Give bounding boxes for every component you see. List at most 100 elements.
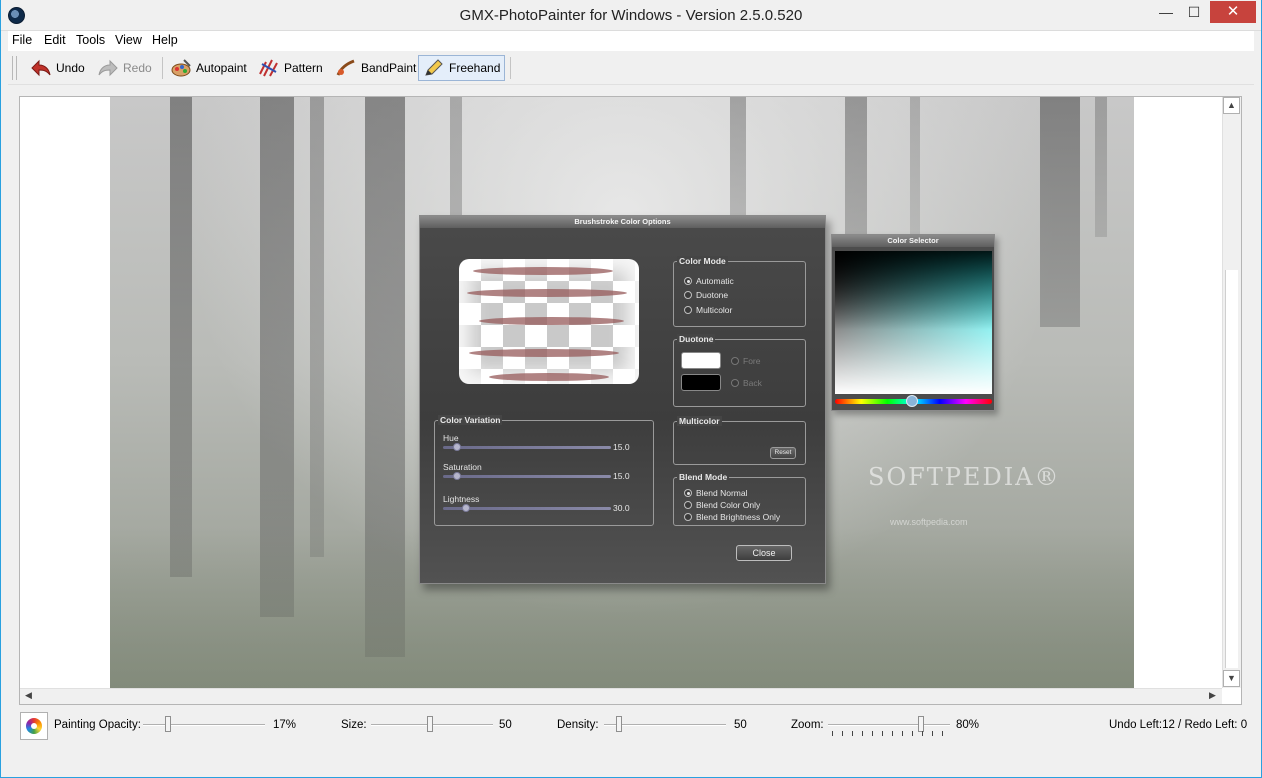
redo-label: Redo (123, 61, 152, 75)
scroll-down-arrow-icon[interactable]: ▼ (1223, 670, 1240, 687)
zoom-slider[interactable] (828, 724, 950, 726)
duotone-group: Duotone Fore Back (673, 334, 806, 407)
radio-unselected-icon (731, 379, 739, 387)
blend-mode-group: Blend Mode Blend Normal Blend Color Only… (673, 472, 806, 526)
density-slider[interactable] (604, 724, 726, 726)
menu-bar: File Edit Tools View Help (8, 31, 1254, 51)
close-window-button[interactable]: ✕ (1210, 1, 1256, 23)
scroll-left-arrow-icon[interactable]: ◀ (20, 688, 37, 705)
saturation-value-field[interactable] (835, 251, 992, 394)
menu-file[interactable]: File (12, 33, 32, 47)
duotone-fore-swatch[interactable] (681, 352, 721, 369)
vertical-scroll-thumb[interactable] (1225, 270, 1238, 668)
title-bar: GMX-PhotoPainter for Windows - Version 2… (0, 0, 1262, 31)
menu-view[interactable]: View (115, 33, 142, 47)
hue-slider[interactable] (443, 446, 611, 449)
color-variation-label: Color Variation (438, 415, 503, 425)
hue-bar-knob[interactable] (906, 395, 918, 407)
undo-button[interactable]: Undo (30, 55, 85, 81)
density-thumb[interactable] (616, 716, 622, 732)
zoom-ticks (832, 731, 952, 736)
color-mode-group: Color Mode Automatic Duotone Multicolor (673, 256, 806, 327)
menu-edit[interactable]: Edit (44, 33, 66, 47)
radio-selected-icon (684, 489, 692, 497)
bandpaint-label: BandPaint (361, 61, 417, 75)
lightness-label: Lightness (443, 494, 480, 504)
radio-unselected-icon (684, 501, 692, 509)
dialog-close-button[interactable]: Close (736, 545, 792, 561)
radio-unselected-icon (731, 357, 739, 365)
color-variation-group: Color Variation Hue 15.0 Saturation 15.0… (434, 415, 654, 526)
blend-mode-label: Blend Mode (677, 472, 730, 482)
zoom-thumb[interactable] (918, 716, 924, 732)
color-mode-duotone-radio[interactable]: Duotone (684, 290, 728, 300)
color-wheel-icon (26, 718, 42, 734)
bandpaint-icon (335, 58, 357, 78)
tree-trunk (310, 97, 324, 557)
maximize-button[interactable]: ☐ (1180, 1, 1208, 23)
blend-brightness-only-radio[interactable]: Blend Brightness Only (684, 512, 780, 522)
toolbar-separator (162, 57, 163, 79)
duotone-back-swatch[interactable] (681, 374, 721, 391)
lightness-value: 30.0 (613, 503, 630, 513)
blend-color-only-radio[interactable]: Blend Color Only (684, 500, 760, 510)
softpedia-watermark: SOFTPEDIA® (868, 463, 1061, 491)
color-selector-title[interactable]: Color Selector (832, 235, 994, 247)
saturation-slider[interactable] (443, 475, 611, 478)
saturation-slider-knob[interactable] (453, 472, 461, 480)
radio-label: Back (743, 378, 762, 388)
zoom-label: Zoom: (791, 719, 824, 731)
painting-opacity-value: 17% (273, 719, 297, 731)
hue-slider-knob[interactable] (453, 443, 461, 451)
multicolor-reset-button[interactable]: Reset (770, 447, 796, 459)
painting-opacity-slider[interactable] (143, 724, 265, 726)
menu-tools[interactable]: Tools (76, 33, 105, 47)
tree-trunk (1040, 97, 1080, 327)
pattern-label: Pattern (284, 61, 323, 75)
radio-label: Duotone (696, 290, 729, 300)
bandpaint-button[interactable]: BandPaint (335, 55, 416, 81)
multicolor-group: Multicolor Reset (673, 416, 806, 465)
scroll-up-arrow-icon[interactable]: ▲ (1223, 97, 1240, 114)
undo-redo-count: Undo Left:12 / Redo Left: 0 (1109, 719, 1248, 731)
horizontal-scrollbar[interactable]: ◀ ▶ (20, 688, 1222, 704)
color-mode-automatic-radio[interactable]: Automatic (684, 276, 734, 286)
color-mode-multicolor-radio[interactable]: Multicolor (684, 305, 732, 315)
size-label: Size: (341, 719, 367, 731)
scroll-right-arrow-icon[interactable]: ▶ (1204, 688, 1221, 705)
dialog-title[interactable]: Brushstroke Color Options (420, 216, 825, 228)
size-thumb[interactable] (427, 716, 433, 732)
duotone-fore-radio[interactable]: Fore (731, 356, 760, 366)
color-palette-button[interactable] (20, 712, 48, 740)
redo-arrow-icon (97, 58, 119, 78)
tree-trunk (170, 97, 192, 577)
duotone-back-radio[interactable]: Back (731, 378, 762, 388)
radio-label: Blend Color Only (696, 500, 761, 510)
redo-button[interactable]: Redo (97, 55, 152, 81)
menu-help[interactable]: Help (152, 33, 178, 47)
brushstroke-preview (459, 259, 639, 384)
size-value: 50 (499, 719, 512, 731)
radio-unselected-icon (684, 513, 692, 521)
brushstroke-color-options-dialog: Brushstroke Color Options Color Mode Aut… (419, 215, 826, 584)
blend-normal-radio[interactable]: Blend Normal (684, 488, 748, 498)
autopaint-label: Autopaint (196, 61, 247, 75)
preview-stroke (473, 267, 613, 275)
window-title: GMX-PhotoPainter for Windows - Version 2… (459, 7, 803, 24)
freehand-button[interactable]: Freehand (418, 55, 506, 81)
hue-value: 15.0 (613, 442, 630, 452)
toolbar-grip[interactable] (12, 56, 17, 80)
preview-stroke (489, 373, 609, 381)
autopaint-brush-icon (170, 58, 192, 78)
autopaint-button[interactable]: Autopaint (170, 55, 247, 81)
color-mode-label: Color Mode (677, 256, 728, 266)
pattern-icon (258, 58, 280, 78)
pattern-button[interactable]: Pattern (258, 55, 323, 81)
painting-opacity-thumb[interactable] (165, 716, 171, 732)
density-value: 50 (734, 719, 747, 731)
lightness-slider-knob[interactable] (462, 504, 470, 512)
toolbar: Undo Redo Autopaint Pattern BandPaint Fr… (8, 51, 1254, 85)
minimize-button[interactable]: — (1152, 1, 1180, 23)
radio-unselected-icon (684, 291, 692, 299)
radio-label: Multicolor (696, 305, 733, 315)
